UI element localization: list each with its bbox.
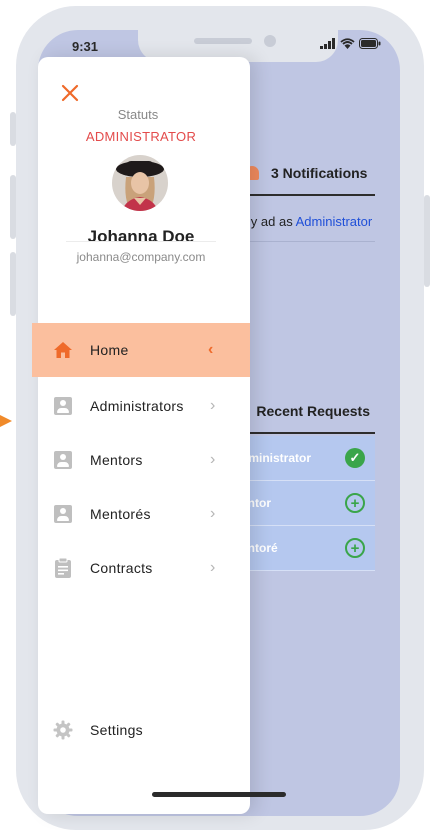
mute-switch (10, 112, 16, 146)
battery-icon (359, 38, 381, 49)
table-row[interactable]: dministrator ✓ (241, 436, 375, 481)
role-label: ADMINISTRATOR (85, 129, 197, 144)
status-time: 9:31 (72, 39, 99, 54)
home-icon (52, 339, 74, 361)
signal-icon (320, 38, 335, 49)
person-icon (52, 503, 74, 525)
speaker (194, 38, 252, 44)
profile-divider (66, 241, 216, 242)
power-button (424, 195, 430, 287)
plus-circle-icon[interactable]: + (345, 538, 365, 558)
row-label: dministrator (241, 451, 312, 465)
volume-up-button (10, 175, 16, 239)
clipboard-icon (52, 557, 74, 579)
logged-prefix: lly ad as (245, 214, 293, 229)
check-circle-icon[interactable]: ✓ (345, 448, 365, 468)
pointer-arrow-icon (0, 415, 12, 427)
home-indicator[interactable] (152, 792, 286, 797)
statuts-label: Statuts (117, 107, 159, 122)
recent-requests-table: dministrator ✓ entor + entoré + (241, 436, 375, 571)
chevron-right-icon: › (210, 451, 216, 468)
menu-item-contracts[interactable]: Contracts › (38, 541, 250, 595)
menu-item-settings[interactable]: Settings (38, 703, 250, 757)
notifications-header[interactable]: 3 Notifications (245, 152, 375, 196)
menu-item-label: Contracts (90, 560, 153, 576)
gear-icon (52, 719, 74, 741)
table-row[interactable]: entoré + (241, 526, 375, 571)
user-name: Johanna Doe (87, 227, 195, 246)
avatar[interactable] (112, 155, 168, 211)
chevron-right-icon: › (210, 559, 216, 576)
user-email: johanna@company.com (76, 250, 206, 264)
menu-item-label: Settings (90, 722, 143, 738)
recent-requests-title: Recent Requests (245, 390, 375, 434)
menu-item-mentors[interactable]: Mentors › (38, 433, 250, 487)
menu-item-label: Administrators (90, 398, 184, 414)
logged-in-line: lly ad as Administrator (245, 214, 372, 229)
menu-item-mentores[interactable]: Mentorés › (38, 487, 250, 541)
front-camera (264, 35, 276, 47)
chevron-right-icon: › (210, 397, 216, 414)
person-icon (52, 395, 74, 417)
volume-down-button (10, 252, 16, 316)
menu-item-administrators[interactable]: Administrators › (38, 379, 250, 433)
status-icons (320, 38, 381, 49)
logged-role-link[interactable]: Administrator (296, 214, 373, 229)
table-row[interactable]: entor + (241, 481, 375, 526)
navigation-drawer: Statuts ADMINISTRATOR Johanna Doe johann… (32, 57, 250, 814)
menu-item-label: Home (90, 342, 129, 358)
notifications-label: 3 Notifications (271, 165, 368, 181)
menu-item-label: Mentorés (90, 506, 151, 522)
chevron-left-icon: ‹ (208, 341, 214, 358)
wifi-icon (340, 38, 355, 49)
menu-item-home[interactable]: Home ‹ (32, 323, 250, 377)
close-icon[interactable] (60, 83, 80, 103)
plus-circle-icon[interactable]: + (345, 493, 365, 513)
person-icon (52, 449, 74, 471)
divider (245, 241, 375, 242)
menu-item-label: Mentors (90, 452, 143, 468)
chevron-right-icon: › (210, 505, 216, 522)
